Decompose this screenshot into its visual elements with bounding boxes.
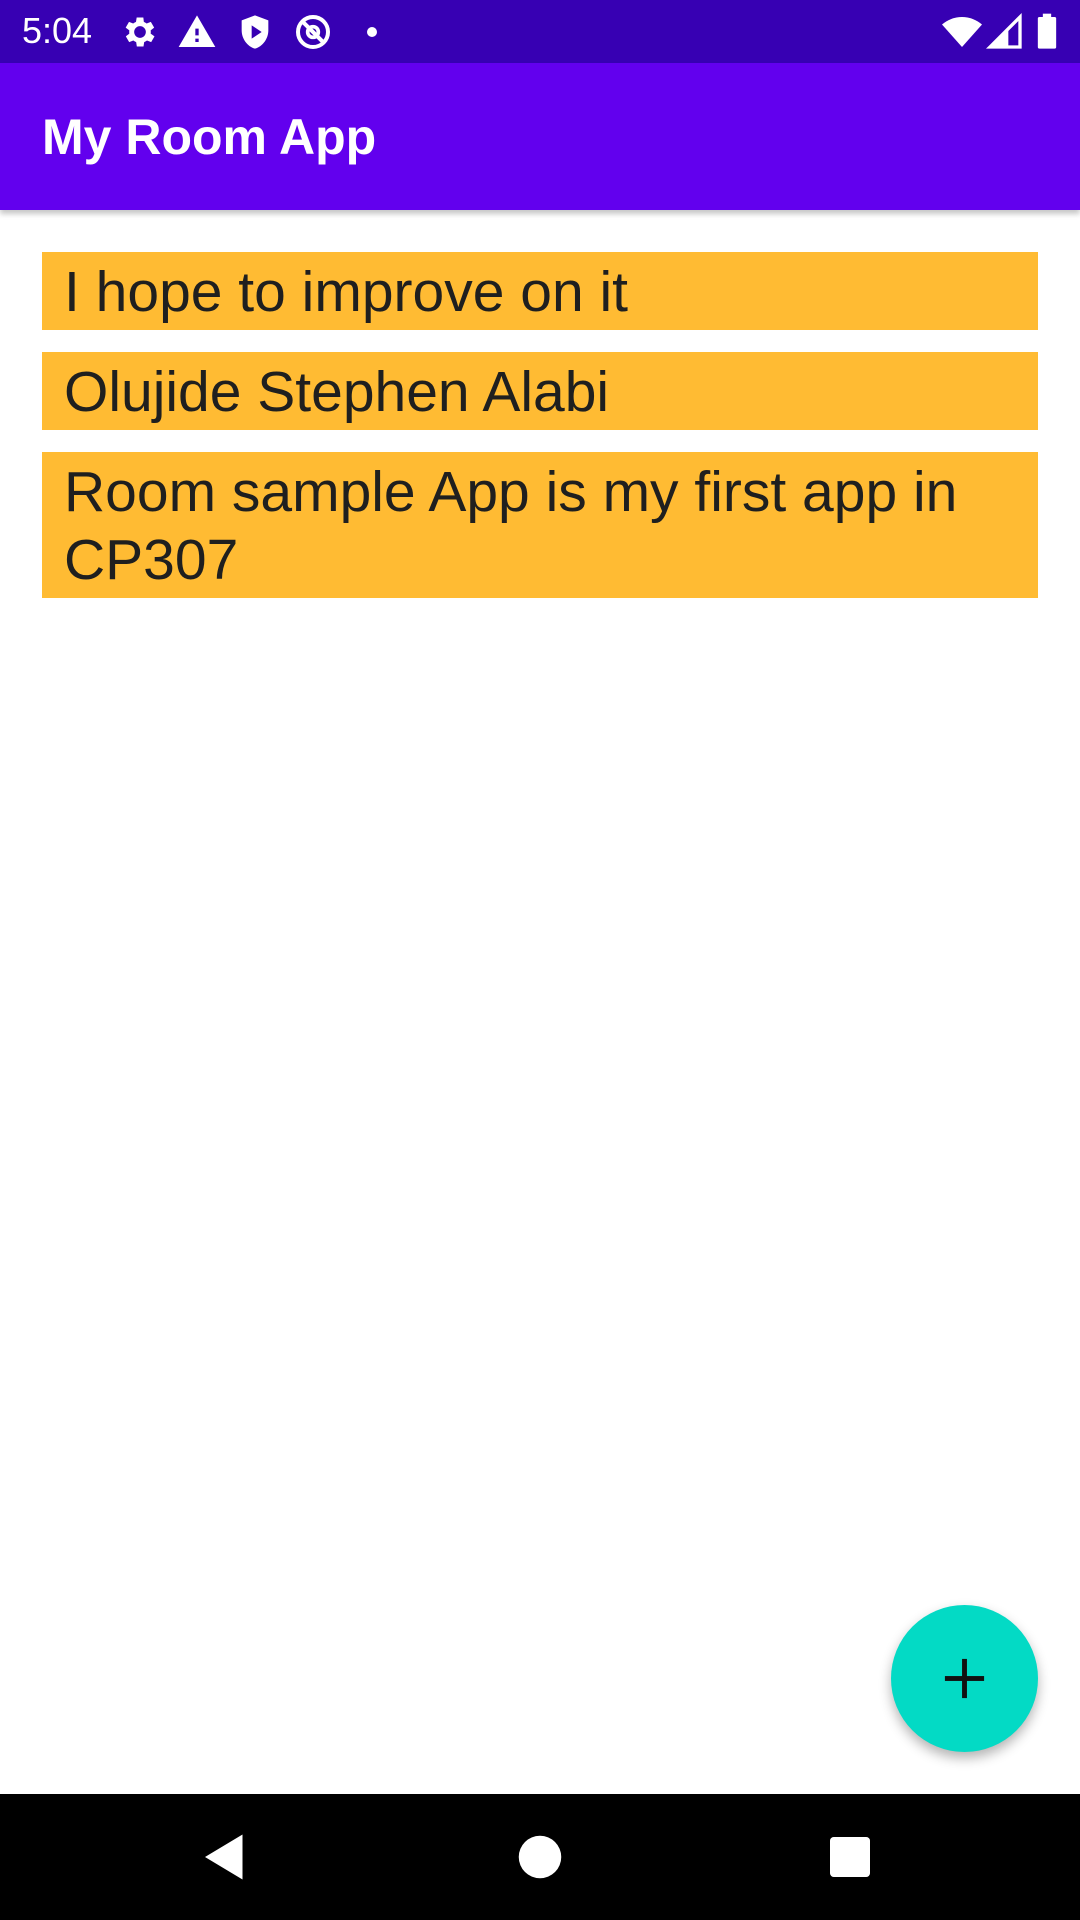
- warning-icon: [177, 12, 217, 52]
- note-item[interactable]: Room sample App is my first app in CP307: [42, 452, 1038, 598]
- note-item[interactable]: Olujide Stephen Alabi: [42, 352, 1038, 430]
- home-icon[interactable]: [510, 1827, 570, 1887]
- shield-play-icon: [235, 12, 275, 52]
- back-icon[interactable]: [195, 1827, 255, 1887]
- navigation-bar: [0, 1794, 1080, 1920]
- gear-icon: [120, 12, 160, 52]
- add-note-button[interactable]: [891, 1605, 1038, 1752]
- wifi-icon: [942, 12, 982, 52]
- battery-icon: [1030, 12, 1064, 52]
- app-title: My Room App: [42, 109, 377, 165]
- status-bar: 5:04: [0, 0, 1080, 63]
- plus-icon: [944, 1658, 985, 1699]
- note-item[interactable]: I hope to improve on it: [42, 252, 1038, 330]
- recents-icon[interactable]: [820, 1827, 880, 1887]
- dot-icon: [352, 12, 392, 52]
- app-bar: My Room App: [0, 63, 1080, 210]
- at-blocked-icon: [293, 12, 333, 52]
- note-list: I hope to improve on it Olujide Stephen …: [42, 252, 1038, 620]
- status-time: 5:04: [22, 10, 93, 51]
- cell-signal-icon: [985, 12, 1025, 52]
